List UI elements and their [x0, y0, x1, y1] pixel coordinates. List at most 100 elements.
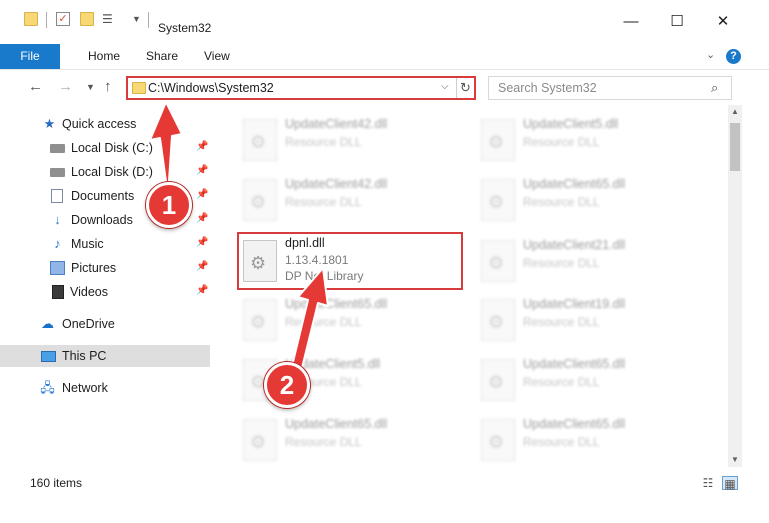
file-item[interactable]: UpdateClient65.dll Resource DLL — [475, 171, 695, 229]
nav-item-label: Local Disk (D:) — [71, 165, 153, 179]
ribbon-tabs: File Home Share View ⌄ ? — [0, 44, 769, 69]
tab-file[interactable]: File — [0, 44, 60, 69]
star-icon: ★ — [43, 116, 56, 131]
tab-share[interactable]: Share — [146, 44, 178, 69]
dll-file-icon — [243, 419, 277, 461]
nav-item-pictures[interactable]: Pictures 📌 — [0, 257, 210, 279]
file-type: Resource DLL — [523, 315, 600, 329]
nav-item-quick-access[interactable]: ★ Quick access — [0, 113, 210, 135]
pin-icon[interactable]: 📌 — [196, 285, 208, 296]
file-item[interactable]: UpdateClient65.dll Resource DLL — [475, 351, 695, 409]
nav-item-network[interactable]: 🖧 Network — [0, 377, 210, 399]
drive-icon — [50, 168, 65, 177]
new-folder-icon[interactable] — [80, 12, 94, 26]
nav-item-label: Music — [71, 237, 104, 251]
forward-arrow-icon[interactable]: → — [58, 78, 73, 95]
nav-item-label: OneDrive — [62, 317, 115, 331]
music-icon: ♪ — [54, 236, 61, 251]
back-arrow-icon[interactable]: ← — [28, 78, 43, 95]
chevron-down-icon[interactable]: ⌵ — [441, 81, 449, 92]
drive-icon — [50, 144, 65, 153]
nav-item-label: Documents — [71, 189, 135, 203]
tab-home[interactable]: Home — [88, 44, 120, 69]
cloud-icon: ☁ — [41, 316, 54, 331]
scroll-down-icon[interactable]: ▼ — [728, 453, 742, 467]
dll-file-icon — [481, 299, 515, 341]
properties-icon[interactable]: ✓ — [56, 12, 70, 26]
status-bar: 160 items ☷ ▦ — [0, 467, 769, 497]
nav-item-music[interactable]: ♪ Music 📌 — [0, 233, 210, 255]
file-item[interactable]: UpdateClient42.dll Resource DLL — [237, 111, 457, 169]
dll-file-icon — [243, 119, 277, 161]
nav-item-onedrive[interactable]: ☁ OneDrive — [0, 313, 210, 335]
scroll-up-icon[interactable]: ▲ — [728, 105, 742, 119]
pin-icon[interactable]: 📌 — [196, 189, 208, 200]
folder-icon — [132, 82, 146, 94]
recent-locations-icon[interactable]: ▼ — [86, 82, 95, 92]
nav-item-label: Network — [62, 381, 108, 395]
file-name: UpdateClient42.dll — [285, 177, 388, 191]
search-input[interactable]: Search System32 ⌕ — [488, 76, 732, 100]
file-name: UpdateClient5.dll — [523, 117, 619, 131]
refresh-icon[interactable]: ↻ — [456, 78, 474, 98]
customize-quick-access-icon[interactable]: ☰ — [102, 12, 116, 26]
file-name: UpdateClient65.dll — [285, 417, 388, 431]
minimize-button[interactable]: — — [608, 14, 654, 44]
videos-icon — [52, 285, 64, 299]
file-type: Resource DLL — [523, 195, 600, 209]
dll-file-icon — [481, 240, 515, 282]
scrollbar-thumb[interactable] — [730, 123, 740, 171]
nav-item-videos[interactable]: Videos 📌 — [0, 281, 210, 303]
network-icon: 🖧 — [40, 380, 55, 395]
tiles-view-icon[interactable]: ▦ — [722, 476, 738, 491]
vertical-scrollbar[interactable]: ▲ ▼ — [728, 105, 742, 467]
divider — [46, 12, 47, 28]
file-type: Resource DLL — [285, 435, 362, 449]
file-type: Resource DLL — [523, 375, 600, 389]
dll-file-icon — [481, 179, 515, 221]
nav-item-label: This PC — [62, 349, 107, 363]
chevron-down-icon[interactable]: ▼ — [132, 12, 146, 26]
address-bar[interactable]: C:\Windows\System32 ⌵ ↻ — [126, 76, 476, 100]
up-arrow-icon[interactable]: ↑ — [104, 78, 112, 95]
pin-icon[interactable]: 📌 — [196, 261, 208, 272]
pin-icon[interactable]: 📌 — [196, 213, 208, 224]
address-path[interactable]: C:\Windows\System32 — [148, 81, 274, 95]
dll-file-icon — [481, 119, 515, 161]
pin-icon[interactable]: 📌 — [196, 237, 208, 248]
pin-icon[interactable]: 📌 — [196, 141, 208, 152]
navigation-pane: ★ Quick access Local Disk (C:) 📌 Local D… — [0, 105, 212, 465]
title-bar: ✓ ☰ ▼ System32 — ☐ ✕ — [0, 0, 769, 44]
details-view-icon[interactable]: ☷ — [700, 476, 716, 490]
file-item[interactable]: UpdateClient21.dll Resource DLL — [475, 232, 695, 290]
nav-item-label: Pictures — [71, 261, 117, 275]
file-name: UpdateClient65.dll — [523, 357, 626, 371]
expand-ribbon-icon[interactable]: ⌄ — [706, 48, 715, 61]
window-footer — [0, 497, 769, 523]
folder-icon — [24, 12, 38, 26]
nav-item-local-disk-c[interactable]: Local Disk (C:) 📌 — [0, 137, 210, 159]
file-item[interactable]: UpdateClient5.dll Resource DLL — [475, 111, 695, 169]
nav-item-local-disk-d[interactable]: Local Disk (D:) 📌 — [0, 161, 210, 183]
maximize-button[interactable]: ☐ — [654, 14, 700, 44]
file-item[interactable]: UpdateClient65.dll Resource DLL — [237, 291, 457, 349]
pictures-icon — [50, 261, 65, 275]
nav-item-label: Local Disk (C:) — [71, 141, 153, 155]
tab-view[interactable]: View — [204, 44, 230, 69]
nav-item-label: Quick access — [62, 117, 137, 131]
search-placeholder: Search System32 — [498, 81, 597, 95]
file-item[interactable]: UpdateClient19.dll Resource DLL — [475, 291, 695, 349]
highlight-box — [237, 232, 463, 290]
file-name: UpdateClient42.dll — [285, 117, 388, 131]
file-item[interactable]: UpdateClient42.dll Resource DLL — [237, 171, 457, 229]
item-count: 160 items — [30, 476, 83, 490]
search-icon[interactable]: ⌕ — [711, 80, 718, 96]
file-item[interactable]: UpdateClient65.dll Resource DLL — [475, 411, 695, 467]
file-item[interactable]: UpdateClient65.dll Resource DLL — [237, 411, 457, 467]
file-type: Resource DLL — [285, 135, 362, 149]
nav-item-this-pc[interactable]: This PC — [0, 345, 210, 367]
help-icon[interactable]: ? — [726, 49, 741, 64]
pin-icon[interactable]: 📌 — [196, 165, 208, 176]
close-button[interactable]: ✕ — [700, 14, 746, 44]
file-list: UpdateClient42.dll Resource DLL UpdateCl… — [213, 105, 728, 467]
